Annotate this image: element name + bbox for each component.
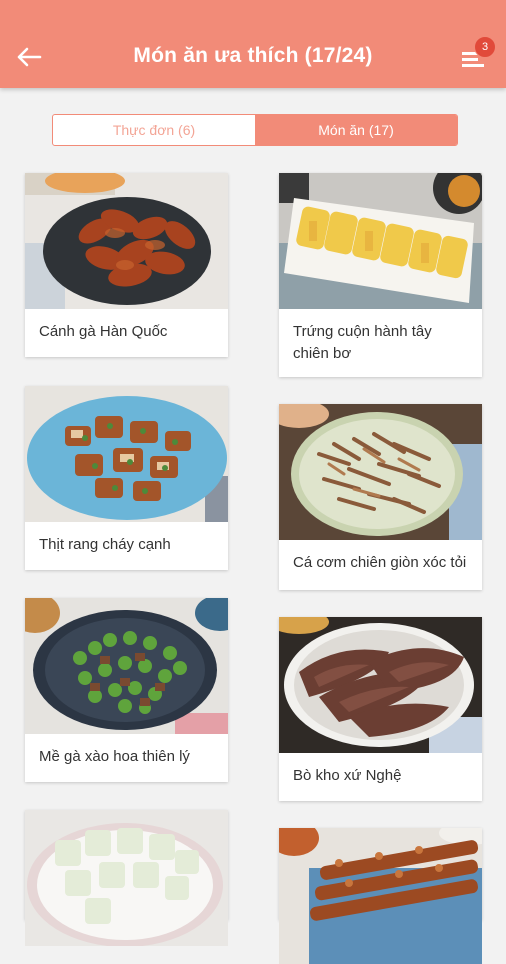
- page-title: Món ăn ưa thích (17/24): [133, 44, 373, 67]
- tab-dishes[interactable]: Món ăn (17): [255, 115, 457, 145]
- dish-card[interactable]: [25, 810, 228, 946]
- dish-card[interactable]: Bò kho xứ Nghệ: [279, 617, 482, 801]
- notification-badge: 3: [474, 36, 496, 58]
- dish-name: Bò kho xứ Nghệ: [293, 767, 402, 784]
- dish-name: Thịt rang cháy cạnh: [39, 536, 171, 553]
- dish-name: Cá cơm chiên giòn xóc tỏi: [293, 554, 467, 571]
- dish-image: [25, 598, 228, 734]
- dish-name: Mề gà xào hoa thiên lý: [39, 748, 190, 765]
- dish-card[interactable]: Trứng cuộn hành tây chiên bơ: [279, 173, 482, 377]
- dish-image: [25, 173, 228, 309]
- dish-image: [279, 617, 482, 753]
- dish-image: [279, 828, 482, 964]
- dish-card[interactable]: [279, 828, 482, 964]
- tab-menus[interactable]: Thực đơn (6): [53, 115, 255, 145]
- dish-name: Cánh gà Hàn Quốc: [39, 323, 168, 340]
- segmented-tabs: Thực đơn (6) Món ăn (17): [52, 114, 458, 146]
- dish-card[interactable]: Thịt rang cháy cạnh: [25, 386, 228, 570]
- dish-image: [279, 173, 482, 309]
- dish-image: [279, 404, 482, 540]
- dish-card[interactable]: Cánh gà Hàn Quốc: [25, 173, 228, 357]
- dish-card[interactable]: Mề gà xào hoa thiên lý: [25, 598, 228, 782]
- app-bar: Món ăn ưa thích (17/24) 3: [0, 0, 506, 88]
- dish-image: [25, 386, 228, 522]
- dish-name: Trứng cuộn hành tây chiên bơ: [293, 323, 432, 362]
- dish-image: [25, 810, 228, 946]
- dish-card[interactable]: Cá cơm chiên giòn xóc tỏi: [279, 404, 482, 590]
